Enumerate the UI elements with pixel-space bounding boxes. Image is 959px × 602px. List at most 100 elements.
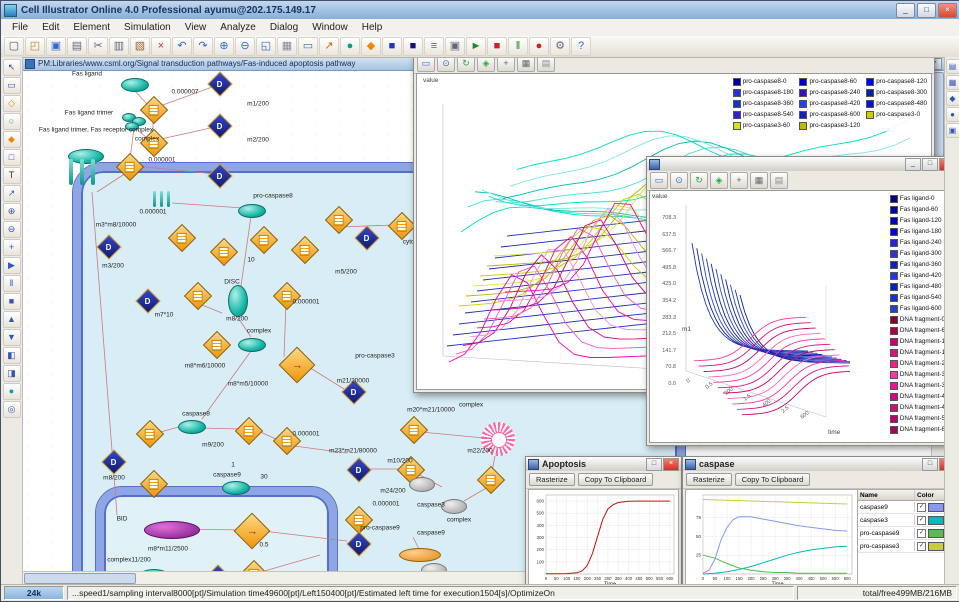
process-tool-icon[interactable]: ◆ bbox=[361, 37, 381, 56]
transition-node[interactable] bbox=[235, 417, 263, 445]
plot2-area[interactable]: value 708.3637.5566.7495.8425.0354.2283.… bbox=[649, 190, 955, 443]
color-chip-navy[interactable]: ■ bbox=[403, 37, 423, 56]
zoom-out-icon[interactable]: ⊖ bbox=[235, 37, 255, 56]
caspase-chart-area[interactable]: 0501001502002503003504004505005506002550… bbox=[685, 489, 859, 588]
maximize-button[interactable]: □ bbox=[922, 158, 938, 171]
layer-front-icon[interactable]: ◧ bbox=[3, 347, 21, 364]
edge-tool-icon[interactable]: ↗ bbox=[3, 185, 21, 202]
pan-tool-icon[interactable]: + bbox=[3, 239, 21, 256]
discrete-process-node[interactable]: D bbox=[207, 113, 232, 138]
grid-icon[interactable]: ▦ bbox=[277, 37, 297, 56]
stop-icon[interactable]: ■ bbox=[3, 293, 21, 310]
minimize-button[interactable]: _ bbox=[896, 3, 915, 18]
entity-node[interactable] bbox=[238, 338, 266, 352]
diamond-panel-icon[interactable]: ◆ bbox=[946, 91, 959, 106]
maximize-button[interactable]: □ bbox=[922, 458, 938, 471]
new-file-icon[interactable]: ▢ bbox=[4, 37, 24, 56]
menu-element[interactable]: Element bbox=[66, 21, 117, 34]
apoptosis-title-bar[interactable]: Apoptosis □ × bbox=[526, 457, 681, 472]
caspase-chart-window[interactable]: caspase □ × RasterizeCopy To Clipboard 0… bbox=[682, 456, 958, 591]
chart-panel-icon[interactable]: ▤ bbox=[946, 59, 959, 74]
plot2-title-bar[interactable]: _ □ × bbox=[647, 157, 957, 172]
transition-node[interactable] bbox=[250, 226, 278, 254]
record-icon[interactable]: ● bbox=[529, 37, 549, 56]
transition-node[interactable] bbox=[168, 224, 196, 252]
discrete-process-node[interactable]: D bbox=[207, 163, 232, 188]
zoom-tool-icon[interactable]: ⊙ bbox=[670, 172, 688, 189]
export-icon[interactable]: ▤ bbox=[770, 172, 788, 189]
legend-table-row[interactable]: caspase9✓ bbox=[858, 501, 954, 514]
entity-node-tool-icon[interactable]: ○ bbox=[3, 113, 21, 130]
save-icon[interactable]: ▣ bbox=[46, 37, 66, 56]
discrete-process-node[interactable]: D bbox=[96, 234, 121, 259]
maximize-button[interactable]: □ bbox=[917, 3, 936, 18]
process-node-tool-icon[interactable]: ◇ bbox=[3, 95, 21, 112]
marquee-tool-icon[interactable]: ▭ bbox=[3, 77, 21, 94]
dot-panel-icon[interactable]: ● bbox=[946, 107, 959, 122]
undo-icon[interactable]: ↶ bbox=[172, 37, 192, 56]
menu-analyze[interactable]: Analyze bbox=[213, 21, 263, 34]
transition-node[interactable] bbox=[184, 282, 212, 310]
entity-node[interactable] bbox=[222, 481, 250, 495]
delete-icon[interactable]: × bbox=[151, 37, 171, 56]
inactive-entity-node[interactable] bbox=[409, 477, 435, 492]
series-visible-checkbox[interactable]: ✓ bbox=[917, 529, 926, 538]
group-icon[interactable]: ▣ bbox=[445, 37, 465, 56]
run-simulation-icon[interactable]: ► bbox=[466, 37, 486, 56]
caspase-title-bar[interactable]: caspase □ × bbox=[683, 457, 957, 472]
step-down-icon[interactable]: ▼ bbox=[3, 329, 21, 346]
menu-edit[interactable]: Edit bbox=[35, 21, 66, 34]
fit-view-icon[interactable]: ◱ bbox=[256, 37, 276, 56]
align-icon[interactable]: ≡ bbox=[424, 37, 444, 56]
apoptosis-chart-area[interactable]: 0501001502002503003504004505005506001002… bbox=[528, 489, 679, 588]
entity-node[interactable] bbox=[121, 78, 149, 92]
zoom-in-tool-icon[interactable]: ⊕ bbox=[3, 203, 21, 220]
maximize-button[interactable]: □ bbox=[646, 458, 662, 471]
series-visible-checkbox[interactable]: ✓ bbox=[917, 516, 926, 525]
discrete-process-node[interactable]: D bbox=[101, 449, 126, 474]
title-bar[interactable]: Cell Illustrator Online 4.0 Professional… bbox=[1, 1, 959, 20]
refresh-icon[interactable]: ↻ bbox=[690, 172, 708, 189]
layer-back-icon[interactable]: ◨ bbox=[3, 365, 21, 382]
redo-icon[interactable]: ↷ bbox=[193, 37, 213, 56]
frame-tool-icon[interactable]: □ bbox=[3, 149, 21, 166]
menu-window[interactable]: Window bbox=[305, 21, 355, 34]
cut-icon[interactable]: ✂ bbox=[88, 37, 108, 56]
transition-node[interactable] bbox=[136, 420, 164, 448]
caspase-copy-to-clipboard-button[interactable]: Copy To Clipboard bbox=[735, 473, 811, 486]
color-chip-blue[interactable]: ■ bbox=[382, 37, 402, 56]
menu-simulation[interactable]: Simulation bbox=[117, 21, 178, 34]
receptor-node[interactable] bbox=[65, 149, 105, 187]
transition-node[interactable] bbox=[291, 236, 319, 264]
select-tool-icon[interactable]: ↖ bbox=[3, 59, 21, 76]
entity-node[interactable] bbox=[228, 285, 248, 317]
transition-node[interactable] bbox=[210, 238, 238, 266]
print-icon[interactable]: ▤ bbox=[67, 37, 87, 56]
layers-panel-icon[interactable]: ▣ bbox=[946, 123, 959, 138]
apoptosis-rasterize-button[interactable]: Rasterize bbox=[529, 473, 575, 486]
zoom-in-icon[interactable]: ⊕ bbox=[214, 37, 234, 56]
pan-3d-icon[interactable]: + bbox=[730, 172, 748, 189]
menu-file[interactable]: File bbox=[5, 21, 35, 34]
grid-panel-icon[interactable]: ▦ bbox=[946, 75, 959, 90]
plot-window-2[interactable]: _ □ × ▭⊙↻◈+▦▤ value 708.3637.5566.7495.8… bbox=[646, 156, 958, 446]
paste-icon[interactable]: ▧ bbox=[130, 37, 150, 56]
transition-node[interactable] bbox=[477, 466, 505, 494]
bid-entity-node[interactable] bbox=[144, 521, 200, 539]
grid-3d-icon[interactable]: ▦ bbox=[750, 172, 768, 189]
pause-icon[interactable]: ‖ bbox=[3, 275, 21, 292]
connect-mode-icon[interactable]: ↗ bbox=[319, 37, 339, 56]
legend-table-row[interactable]: pro-caspase3✓ bbox=[858, 540, 954, 553]
scrollbar-thumb[interactable] bbox=[24, 573, 136, 584]
apoptosis-chart-window[interactable]: Apoptosis □ × RasterizeCopy To Clipboard… bbox=[525, 456, 682, 591]
close-button[interactable]: × bbox=[663, 458, 679, 471]
menu-view[interactable]: View bbox=[178, 21, 214, 34]
minimize-button[interactable]: _ bbox=[905, 158, 921, 171]
connector-tool-icon[interactable]: ◆ bbox=[3, 131, 21, 148]
legend-table-row[interactable]: caspase3✓ bbox=[858, 514, 954, 527]
entity-node[interactable] bbox=[238, 204, 266, 218]
caspase-rasterize-button[interactable]: Rasterize bbox=[686, 473, 732, 486]
discrete-process-node[interactable]: D bbox=[354, 225, 379, 250]
discrete-process-node[interactable]: D bbox=[346, 531, 371, 556]
pointer-tool-icon[interactable]: ▭ bbox=[650, 172, 668, 189]
